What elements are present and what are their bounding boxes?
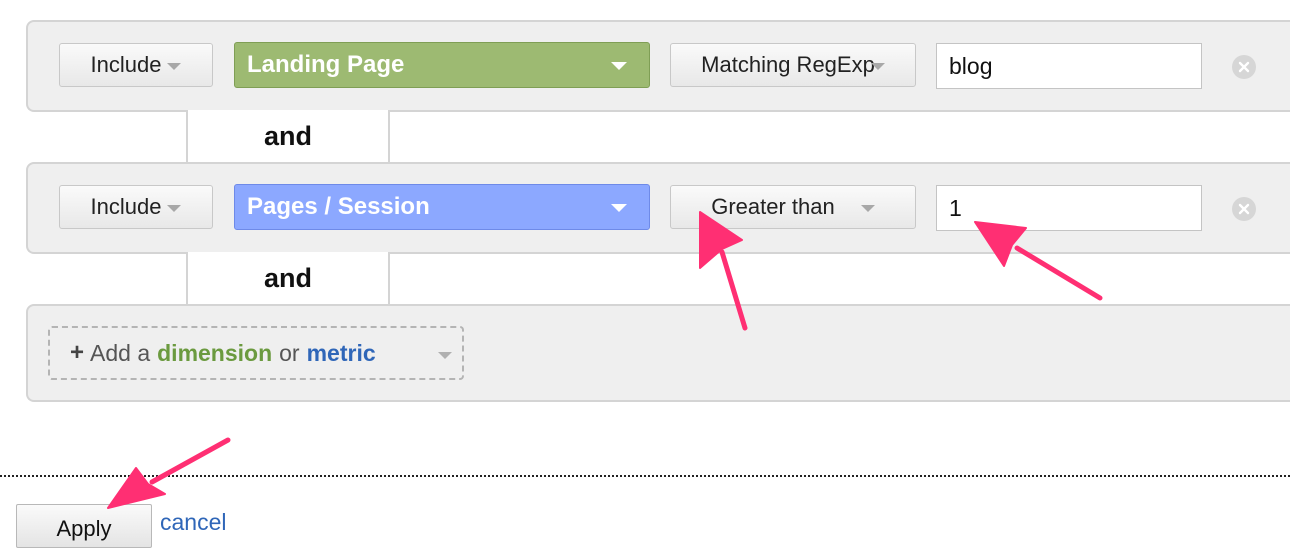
remove-row-2-button[interactable] <box>1232 197 1256 221</box>
value-input-row-1[interactable] <box>936 43 1202 89</box>
metric-selector-row-2[interactable]: Pages / Session <box>234 184 650 230</box>
chevron-down-icon <box>167 204 182 212</box>
include-label: Include <box>90 52 162 77</box>
dimension-label: Landing Page <box>247 51 405 78</box>
operator-label: Greater than <box>711 194 835 219</box>
chevron-down-icon <box>870 62 885 70</box>
metric-word: metric <box>306 339 376 366</box>
operator-label: Matching RegExp <box>701 52 875 77</box>
include-label: Include <box>90 194 162 219</box>
or-word: or <box>279 339 300 366</box>
close-icon <box>1238 203 1250 215</box>
include-dropdown-row-2[interactable]: Include <box>59 185 213 229</box>
chevron-down-icon <box>611 62 627 70</box>
divider <box>0 475 1290 477</box>
close-icon <box>1238 61 1250 73</box>
chevron-down-icon <box>438 352 452 359</box>
plus-icon: + <box>70 339 85 366</box>
add-prefix: Add a <box>90 339 151 366</box>
segment-filter-editor: Include Landing Page Matching RegExp and… <box>0 0 1290 556</box>
connector-1-spacer <box>388 110 1290 164</box>
cancel-link[interactable]: cancel <box>160 509 226 536</box>
apply-button[interactable]: Apply <box>16 504 152 548</box>
chevron-down-icon <box>860 204 875 212</box>
apply-label: Apply <box>56 516 112 541</box>
operator-dropdown-row-1[interactable]: Matching RegExp <box>670 43 916 87</box>
dimension-word: dimension <box>157 339 273 366</box>
arrow-to-apply <box>107 437 231 509</box>
and-connector-label: and <box>264 263 313 293</box>
value-input-row-2[interactable] <box>936 185 1202 231</box>
chevron-down-icon <box>167 62 182 70</box>
include-dropdown-row-1[interactable]: Include <box>59 43 213 87</box>
connector-2-spacer <box>388 252 1290 306</box>
remove-row-1-button[interactable] <box>1232 55 1256 79</box>
metric-label: Pages / Session <box>247 193 430 220</box>
dimension-selector-row-1[interactable]: Landing Page <box>234 42 650 88</box>
operator-dropdown-row-2[interactable]: Greater than <box>670 185 916 229</box>
chevron-down-icon <box>611 204 627 212</box>
and-connector-label: and <box>264 121 313 151</box>
add-dimension-or-metric-dropdown[interactable]: + Add a dimension or metric <box>48 326 464 380</box>
